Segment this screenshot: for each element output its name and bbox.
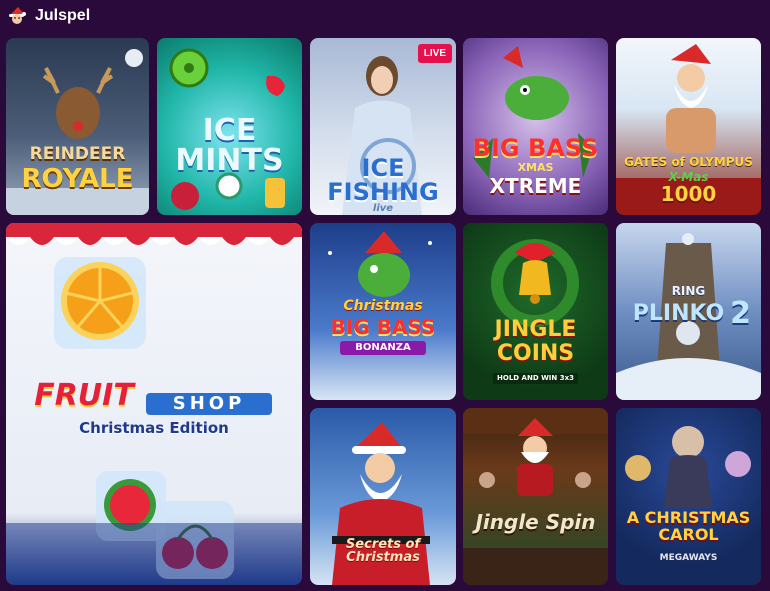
game-title-line1: BIG BASS xyxy=(472,134,599,162)
game-title-line2: BIG BASS xyxy=(330,315,436,339)
game-title-line2: FISHING xyxy=(327,178,439,206)
game-title-line3: HOLD AND WIN 3x3 xyxy=(493,373,578,384)
game-title-line1: FRUIT xyxy=(34,378,134,413)
game-title-line2: MEGAWAYS xyxy=(659,553,718,563)
game-title: Jingle Spin xyxy=(475,510,596,534)
game-tile-fruit-shop-christmas[interactable]: FRUIT SHOP Christmas Edition xyxy=(6,223,302,585)
game-title-line3: live xyxy=(372,203,394,214)
game-title-line3: Christmas Edition xyxy=(79,419,229,437)
game-art xyxy=(463,408,608,585)
game-title-line1: ICE xyxy=(202,113,257,148)
game-tile-gates-of-olympus-xmas-1000[interactable]: GATES of OLYMPUS X-Mas 1000 xyxy=(616,38,761,215)
game-title-line1: A CHRISTMAS CAROL xyxy=(626,508,751,544)
game-title-line3: XTREME xyxy=(489,174,582,198)
game-title-line2: PLINKO xyxy=(632,301,725,326)
game-title-line2: XMAS xyxy=(517,161,554,174)
game-title-line2: MINTS xyxy=(175,143,284,178)
game-title-line1: Christmas xyxy=(343,298,423,314)
game-title-line3: BONANZA xyxy=(340,341,426,355)
game-tile-ice-mints[interactable]: ICE MINTS xyxy=(157,38,302,215)
game-tile-christmas-big-bass-bonanza[interactable]: Christmas BIG BASS BONANZA xyxy=(310,223,456,400)
game-tile-reindeer-royale[interactable]: REINDEER ROYALE xyxy=(6,38,149,215)
page-title: Julspel xyxy=(35,7,91,24)
game-title: Secrets of Christmas xyxy=(345,537,421,565)
game-title-line1: REINDEER xyxy=(29,144,126,164)
game-title-line3: 1000 xyxy=(660,182,717,206)
game-tile-jingle-spin[interactable]: Jingle Spin xyxy=(463,408,608,585)
game-title-line2: ROYALE xyxy=(21,164,134,194)
page-header: Julspel xyxy=(6,0,90,32)
game-title-line2: COINS xyxy=(496,341,575,366)
game-title-line1: GATES of OLYMPUS xyxy=(624,155,753,169)
santa-icon xyxy=(6,5,28,27)
game-title-line1: JINGLE xyxy=(494,317,577,342)
game-title-line2: SHOP xyxy=(146,393,272,415)
live-badge: LIVE xyxy=(417,44,452,63)
game-tile-secrets-of-christmas[interactable]: Secrets of Christmas xyxy=(310,408,456,585)
game-tile-big-bass-xmas-xtreme[interactable]: BIG BASS XMAS XTREME xyxy=(463,38,608,215)
game-tile-ice-fishing[interactable]: LIVE ICE FISHING live xyxy=(310,38,456,215)
game-title-line3: 2 xyxy=(730,296,751,331)
game-tile-jingle-coins[interactable]: JINGLE COINS HOLD AND WIN 3x3 xyxy=(463,223,608,400)
game-title-line1: ICE xyxy=(361,154,405,182)
game-tile-a-christmas-carol-megaways[interactable]: A CHRISTMAS CAROL MEGAWAYS xyxy=(616,408,761,585)
game-tile-ring-plinko-2[interactable]: RING PLINKO 2 xyxy=(616,223,761,400)
